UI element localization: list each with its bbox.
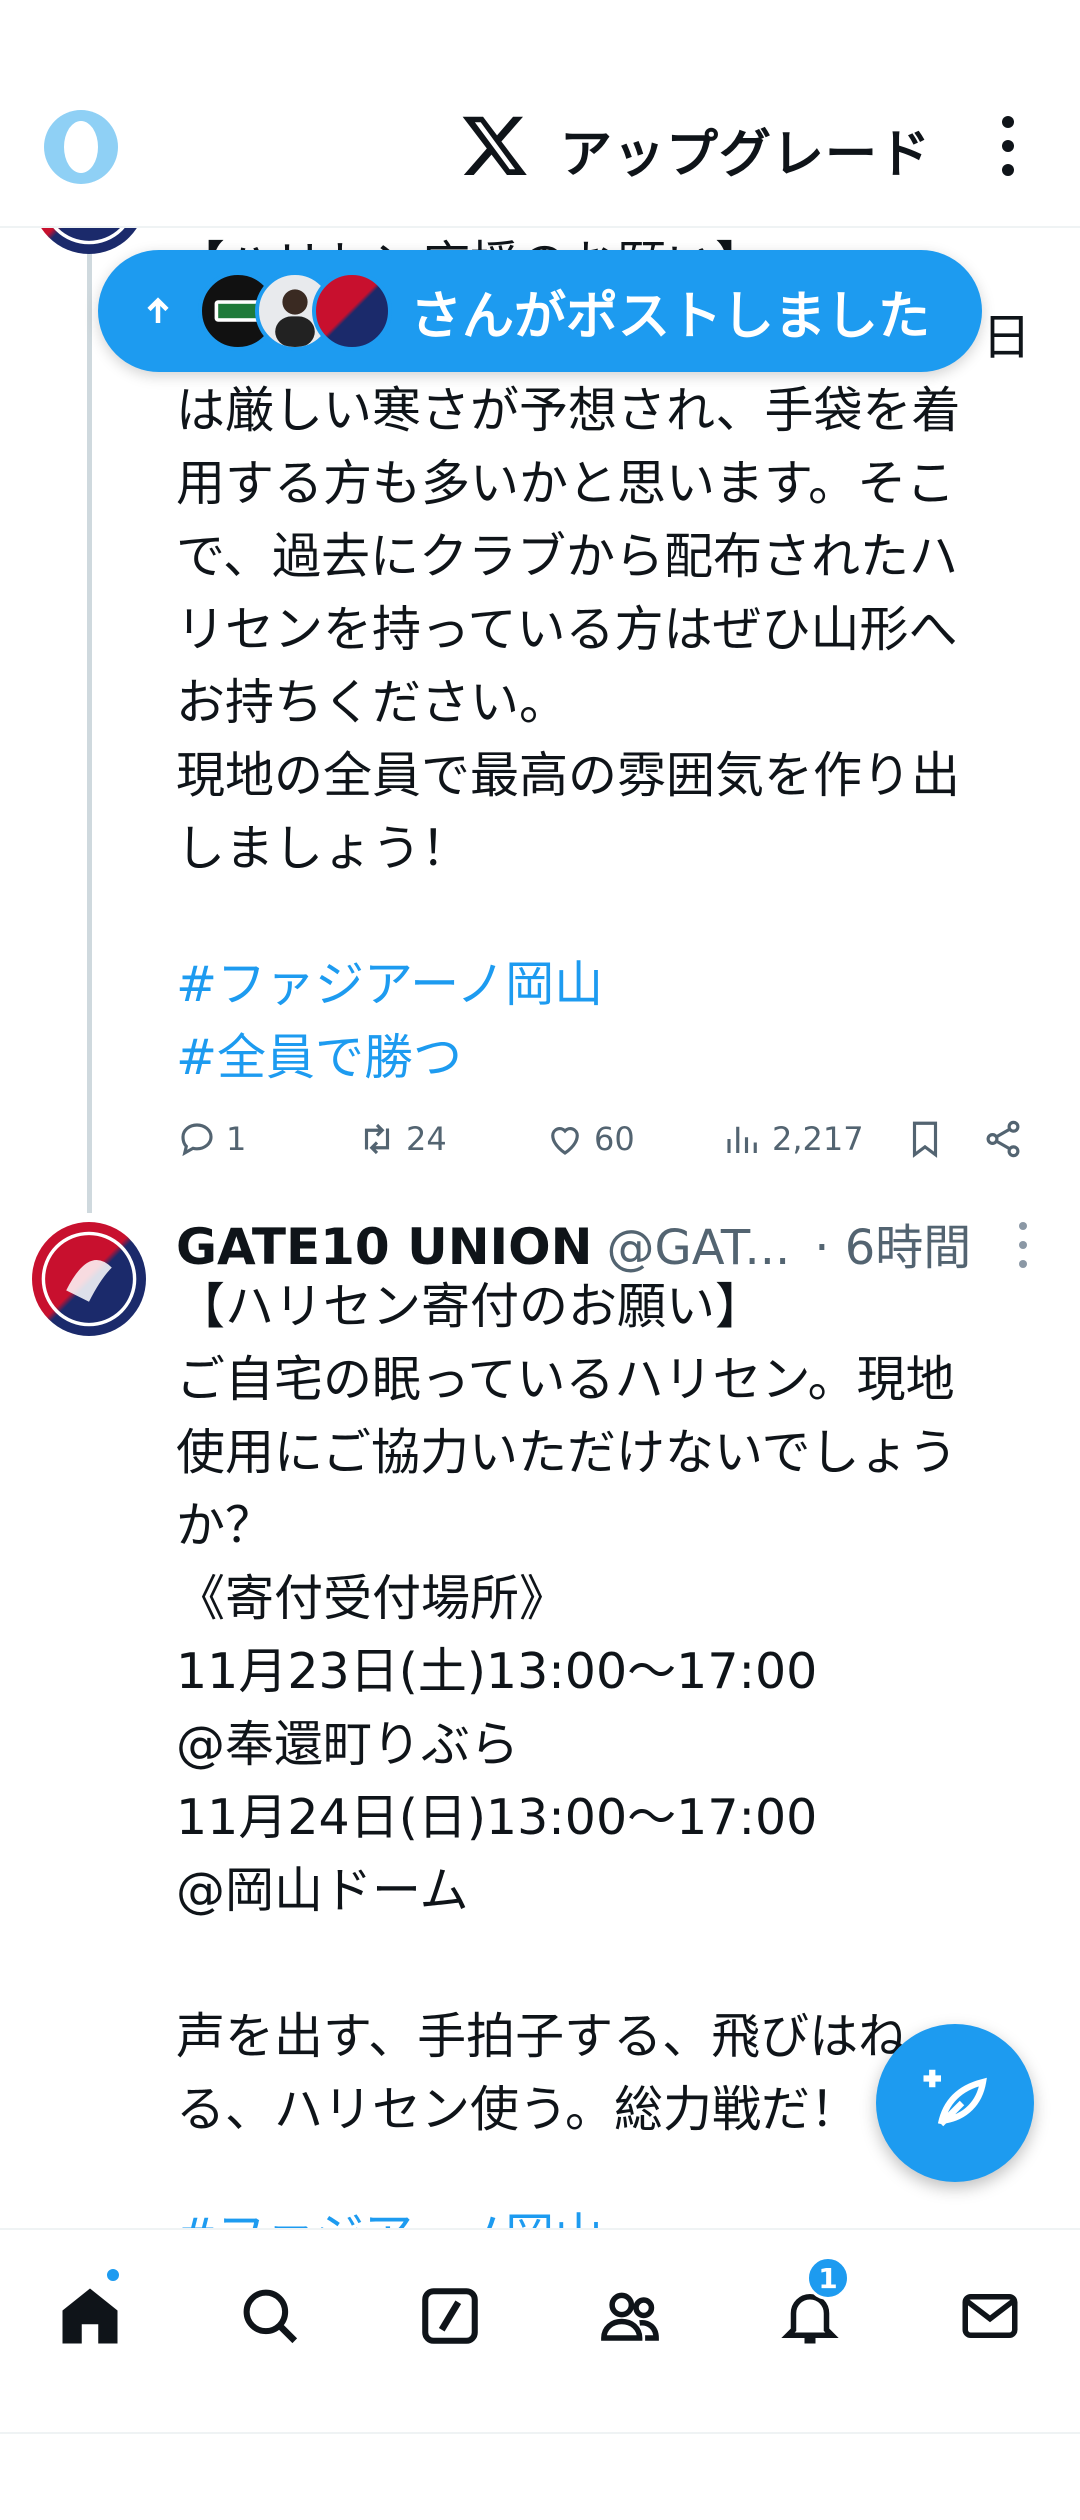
hashtag-link[interactable]: #全員で勝つ [176,1021,462,1094]
search-icon [243,2289,298,2344]
author-name[interactable]: GATE10 UNION [176,1218,593,1276]
upgrade-button[interactable]: アップグレード [560,112,931,187]
home-icon [62,2288,118,2344]
reply-icon [181,1123,213,1157]
nav-communities[interactable] [590,2276,670,2356]
tweet-more-icon[interactable] [1016,1222,1030,1268]
bookmark-icon [912,1121,938,1158]
tweet1-partial-line: 日 [982,309,1032,366]
views-count: 2,217 [772,1120,864,1158]
reply-button[interactable]: 1 [176,1118,246,1160]
nav-grok[interactable] [410,2276,490,2356]
bookmark-button[interactable] [904,1118,946,1160]
notifications-badge: 1 [806,2256,850,2300]
communities-icon [601,2292,659,2341]
bottom-navigation: 1 [0,2228,1080,2432]
like-button[interactable]: 60 [544,1118,635,1160]
views-button[interactable]: 2,217 [722,1118,864,1160]
author-handle[interactable]: @GAT... [607,1220,791,1276]
compose-post-button[interactable] [876,2024,1034,2182]
profile-avatar[interactable] [44,110,118,184]
x-logo-icon [462,116,527,176]
tweet2-header: GATE10 UNION @GAT... · 6時間 [176,1208,971,1276]
repost-count: 24 [406,1120,447,1158]
tweet2-avatar[interactable] [32,1222,146,1336]
heart-icon [551,1127,579,1155]
system-navigation-area [0,2432,1080,2520]
nav-messages[interactable] [950,2276,1030,2356]
tweet1-body: は厳しい寒さが予想され、手袋を着 用する方も多いかと思います。そこ で、過去にク… [176,382,961,877]
grok-icon [422,2288,478,2344]
new-posts-pill[interactable]: さんがポストしました [98,250,982,372]
arrow-up-icon [147,297,169,323]
tweet1-action-bar: 1 24 60 2,217 [176,1118,1036,1168]
home-unread-dot [104,2266,122,2284]
share-icon [986,1120,1020,1158]
nav-home[interactable] [50,2276,130,2356]
tweet2-body: 【ハリセン寄付のお願い】 ご自宅の眠っているハリセン。現地 使用にご協力いただけ… [176,1278,958,2138]
share-button[interactable] [982,1118,1024,1160]
nav-search[interactable] [230,2276,310,2356]
new-posts-label: さんがポストしました [410,286,931,347]
avatar [312,271,392,351]
like-count: 60 [594,1120,635,1158]
post-time[interactable]: · 6時間 [814,1208,971,1278]
hashtag-link[interactable]: #ファジアーノ岡山 [176,948,603,1021]
reply-count: 1 [226,1120,247,1158]
repost-icon [364,1123,390,1155]
messages-icon [962,2294,1018,2338]
more-options-icon[interactable] [998,116,1018,176]
poster-avatars [198,271,392,351]
thread-connector-line [87,228,92,1213]
top-app-bar: アップグレード [0,0,1080,228]
feather-plus-icon [923,2069,987,2127]
repost-button[interactable]: 24 [356,1118,447,1160]
views-icon [727,1126,757,1153]
